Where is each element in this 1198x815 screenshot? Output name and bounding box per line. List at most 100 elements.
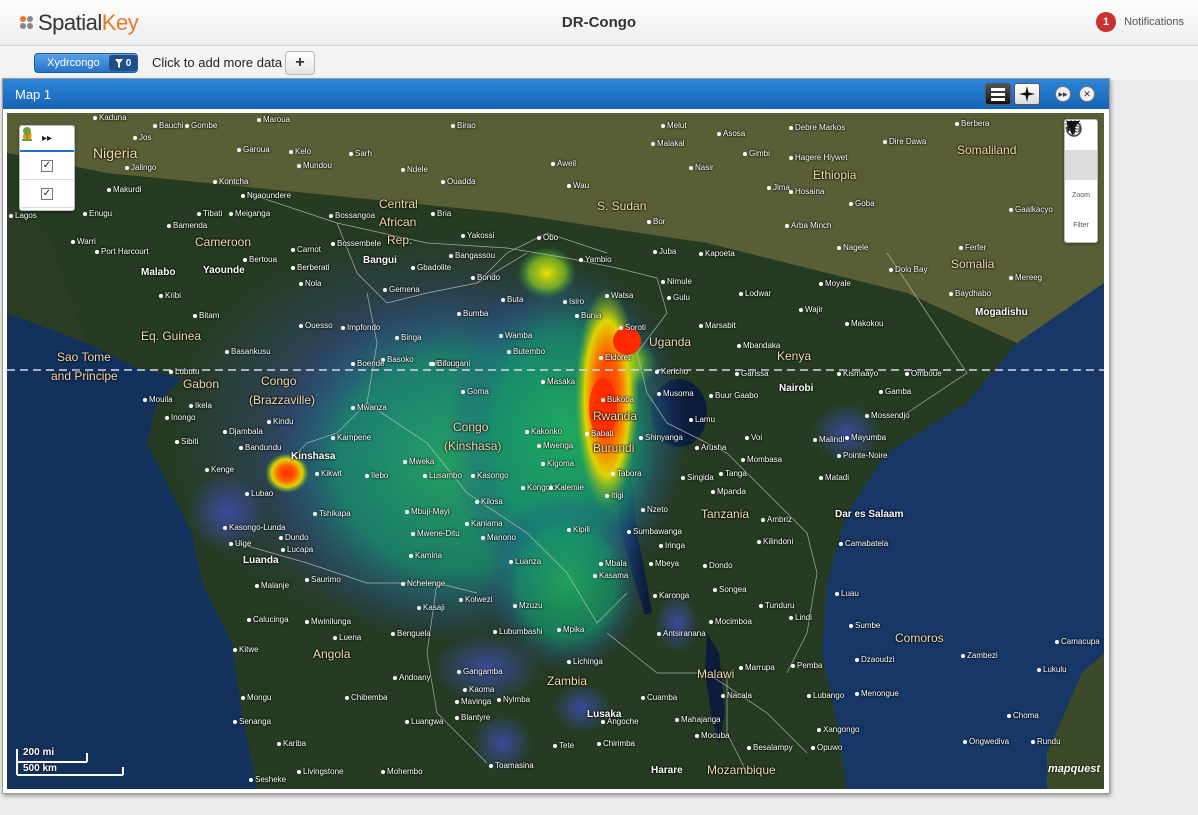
city-dot-icon (949, 292, 953, 296)
city-dot-icon (471, 474, 475, 478)
city-dot-icon (167, 224, 171, 228)
city-label: Lichinga (573, 657, 603, 666)
country-label: Sao Tome (57, 350, 111, 364)
city-label: Port Harcourt (101, 247, 149, 256)
city-label: Pemba (797, 661, 823, 670)
notifications[interactable]: 1 Notifications (1096, 12, 1184, 32)
city-label: Yakossi (467, 231, 495, 240)
city-label: Mpanda (717, 487, 746, 496)
city-dot-icon (237, 148, 241, 152)
city-dot-icon (381, 770, 385, 774)
city-dot-icon (699, 324, 703, 328)
add-data-text[interactable]: Click to add more data (152, 55, 282, 70)
city-label: Ndele (407, 165, 428, 174)
region-select-tool[interactable] (1065, 120, 1097, 180)
country-label: Cameroon (195, 235, 252, 249)
city-dot-icon (657, 392, 661, 396)
city-dot-icon (247, 618, 251, 622)
city-label: Bunia (581, 311, 602, 320)
city-dot-icon (549, 486, 553, 490)
city-dot-icon (667, 296, 671, 300)
city-dot-icon (229, 212, 233, 216)
city-label: Luangwa (411, 717, 444, 726)
city-label: Jima (773, 183, 790, 192)
city-label: Berberati (297, 263, 330, 272)
country-label: Angola (313, 647, 351, 661)
city-dot-icon (455, 716, 459, 720)
city-dot-icon (567, 528, 571, 532)
city-dot-icon (661, 280, 665, 284)
city-dot-icon (789, 156, 793, 160)
city-label: Ouadda (447, 177, 476, 186)
city-dot-icon (955, 122, 959, 126)
scale-km: 500 km (23, 763, 57, 774)
capital-label: Nairobi (779, 383, 814, 394)
country-label: Somalia (951, 257, 995, 271)
city-label: Mouila (149, 395, 173, 404)
dataset-filter-button[interactable]: 0 (109, 55, 137, 71)
city-label: Mwanza (357, 403, 387, 412)
city-label: Enugu (89, 209, 113, 218)
capital-label: Yaounde (203, 265, 245, 276)
notifications-label: Notifications (1124, 16, 1184, 28)
city-dot-icon (611, 472, 615, 476)
zoom-tool[interactable]: Zoom (1065, 121, 1097, 210)
city-dot-icon (865, 414, 869, 418)
city-dot-icon (461, 234, 465, 238)
city-label: Blantyre (461, 713, 491, 722)
city-label: Kariba (283, 739, 307, 748)
city-label: Berbera (961, 119, 990, 128)
city-label: Lodwar (745, 289, 772, 298)
city-label: Gbadolite (417, 263, 452, 272)
panel-header: Map 1 ▸▸ ✕ (3, 79, 1109, 109)
country-label: Rep. (387, 233, 413, 247)
city-label: Hosaina (795, 187, 825, 196)
city-label: Choma (1013, 711, 1039, 720)
city-label: Tunduru (765, 601, 795, 610)
city-dot-icon (507, 350, 511, 354)
city-label: Wamba (505, 331, 533, 340)
heatmap-layer-checkbox[interactable]: ✓ (41, 159, 53, 172)
add-data-button[interactable]: + (285, 51, 315, 75)
city-label: Ikela (195, 401, 212, 410)
city-label: Cuamba (647, 693, 678, 702)
city-dot-icon (737, 344, 741, 348)
city-label: Mwinilunga (311, 617, 352, 626)
city-dot-icon (761, 518, 765, 522)
city-dot-icon (299, 324, 303, 328)
pin-layer-row[interactable]: ✓ (20, 127, 74, 208)
city-label: Makokou (851, 319, 884, 328)
expand-button[interactable]: ▸▸ (1055, 86, 1071, 102)
city-label: Voi (751, 433, 763, 442)
city-dot-icon (241, 194, 245, 198)
city-dot-icon (461, 390, 465, 394)
filter-tool[interactable]: Filter (1065, 121, 1097, 240)
close-button[interactable]: ✕ (1079, 86, 1095, 102)
dataset-pill[interactable]: Xydrcongo 0 (34, 53, 138, 73)
city-dot-icon (837, 454, 841, 458)
city-dot-icon (575, 314, 579, 318)
city-label: Kindu (273, 417, 294, 426)
city-label: Mereeg (1015, 273, 1043, 282)
country-label: Comoros (895, 631, 944, 645)
city-dot-icon (457, 312, 461, 316)
city-label: Basoko (387, 355, 414, 364)
city-dot-icon (739, 292, 743, 296)
city-label: Binga (401, 333, 422, 342)
city-label: Eldoret (605, 353, 631, 362)
city-label: Chibemba (351, 693, 388, 702)
heatmap-layer-row[interactable]: ✓ (20, 127, 74, 180)
city-label: Mavinga (461, 697, 492, 706)
map-canvas[interactable]: Nigeria Central African Rep. S. Sudan Et… (7, 113, 1104, 789)
city-dot-icon (641, 696, 645, 700)
city-label: Matadi (825, 473, 850, 482)
country-label: Burundi (593, 441, 635, 455)
pin-layer-checkbox[interactable]: ✓ (41, 187, 53, 200)
city-label: Mwene-Ditu (417, 529, 460, 538)
city-dot-icon (767, 186, 771, 190)
city-dot-icon (299, 282, 303, 286)
compass-button[interactable] (1014, 83, 1040, 105)
city-label: Mocimboa (715, 617, 752, 626)
city-label: Maroua (263, 115, 291, 124)
layers-button[interactable] (985, 83, 1011, 105)
